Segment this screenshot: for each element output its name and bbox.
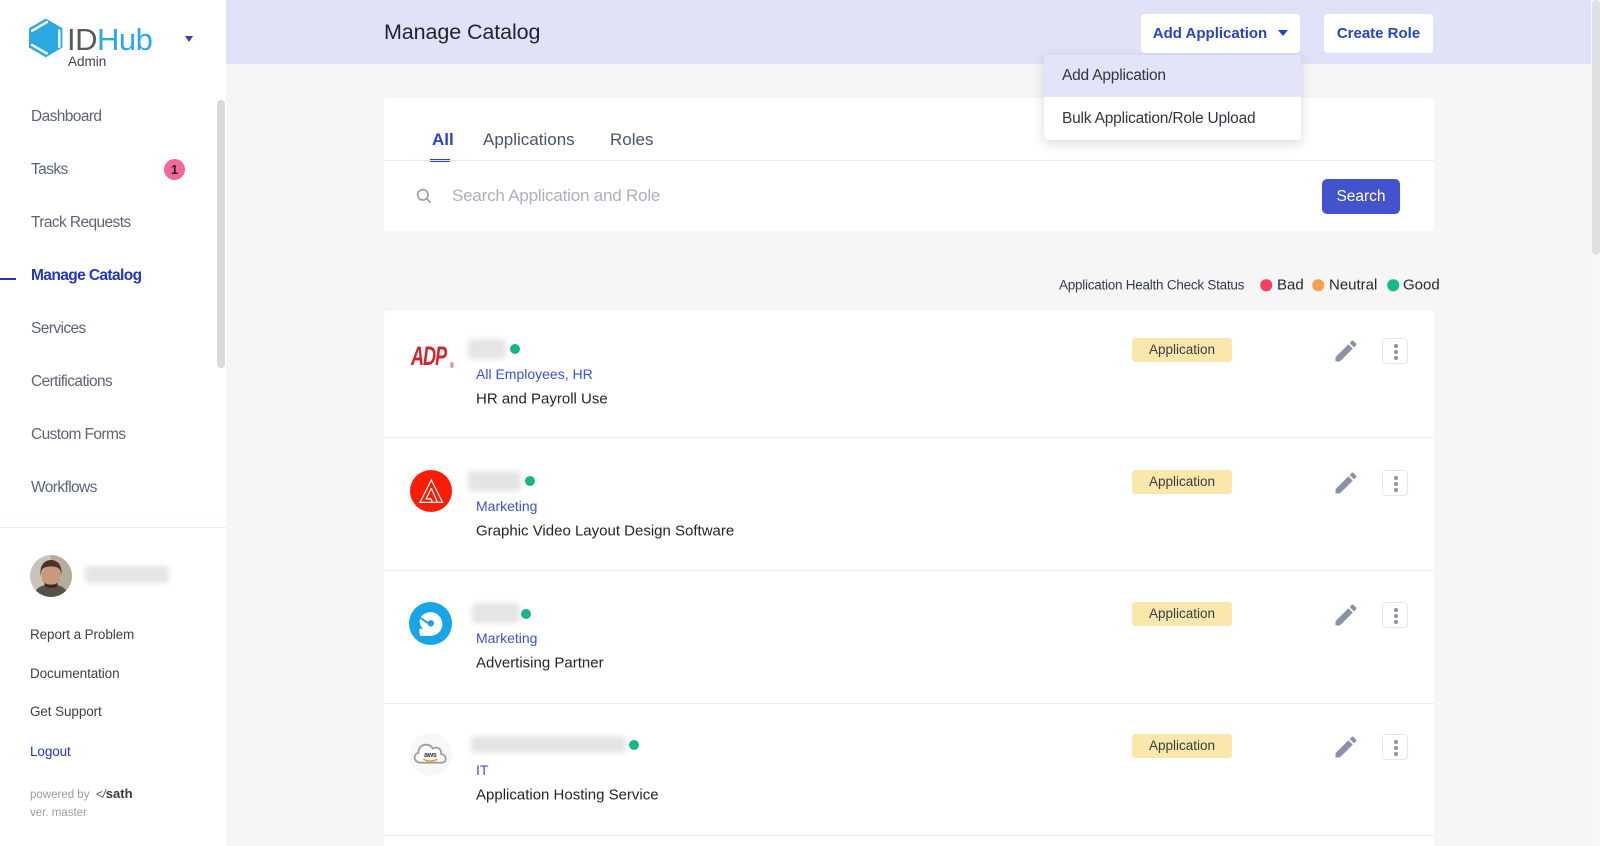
svg-text:aws: aws [424,752,437,759]
